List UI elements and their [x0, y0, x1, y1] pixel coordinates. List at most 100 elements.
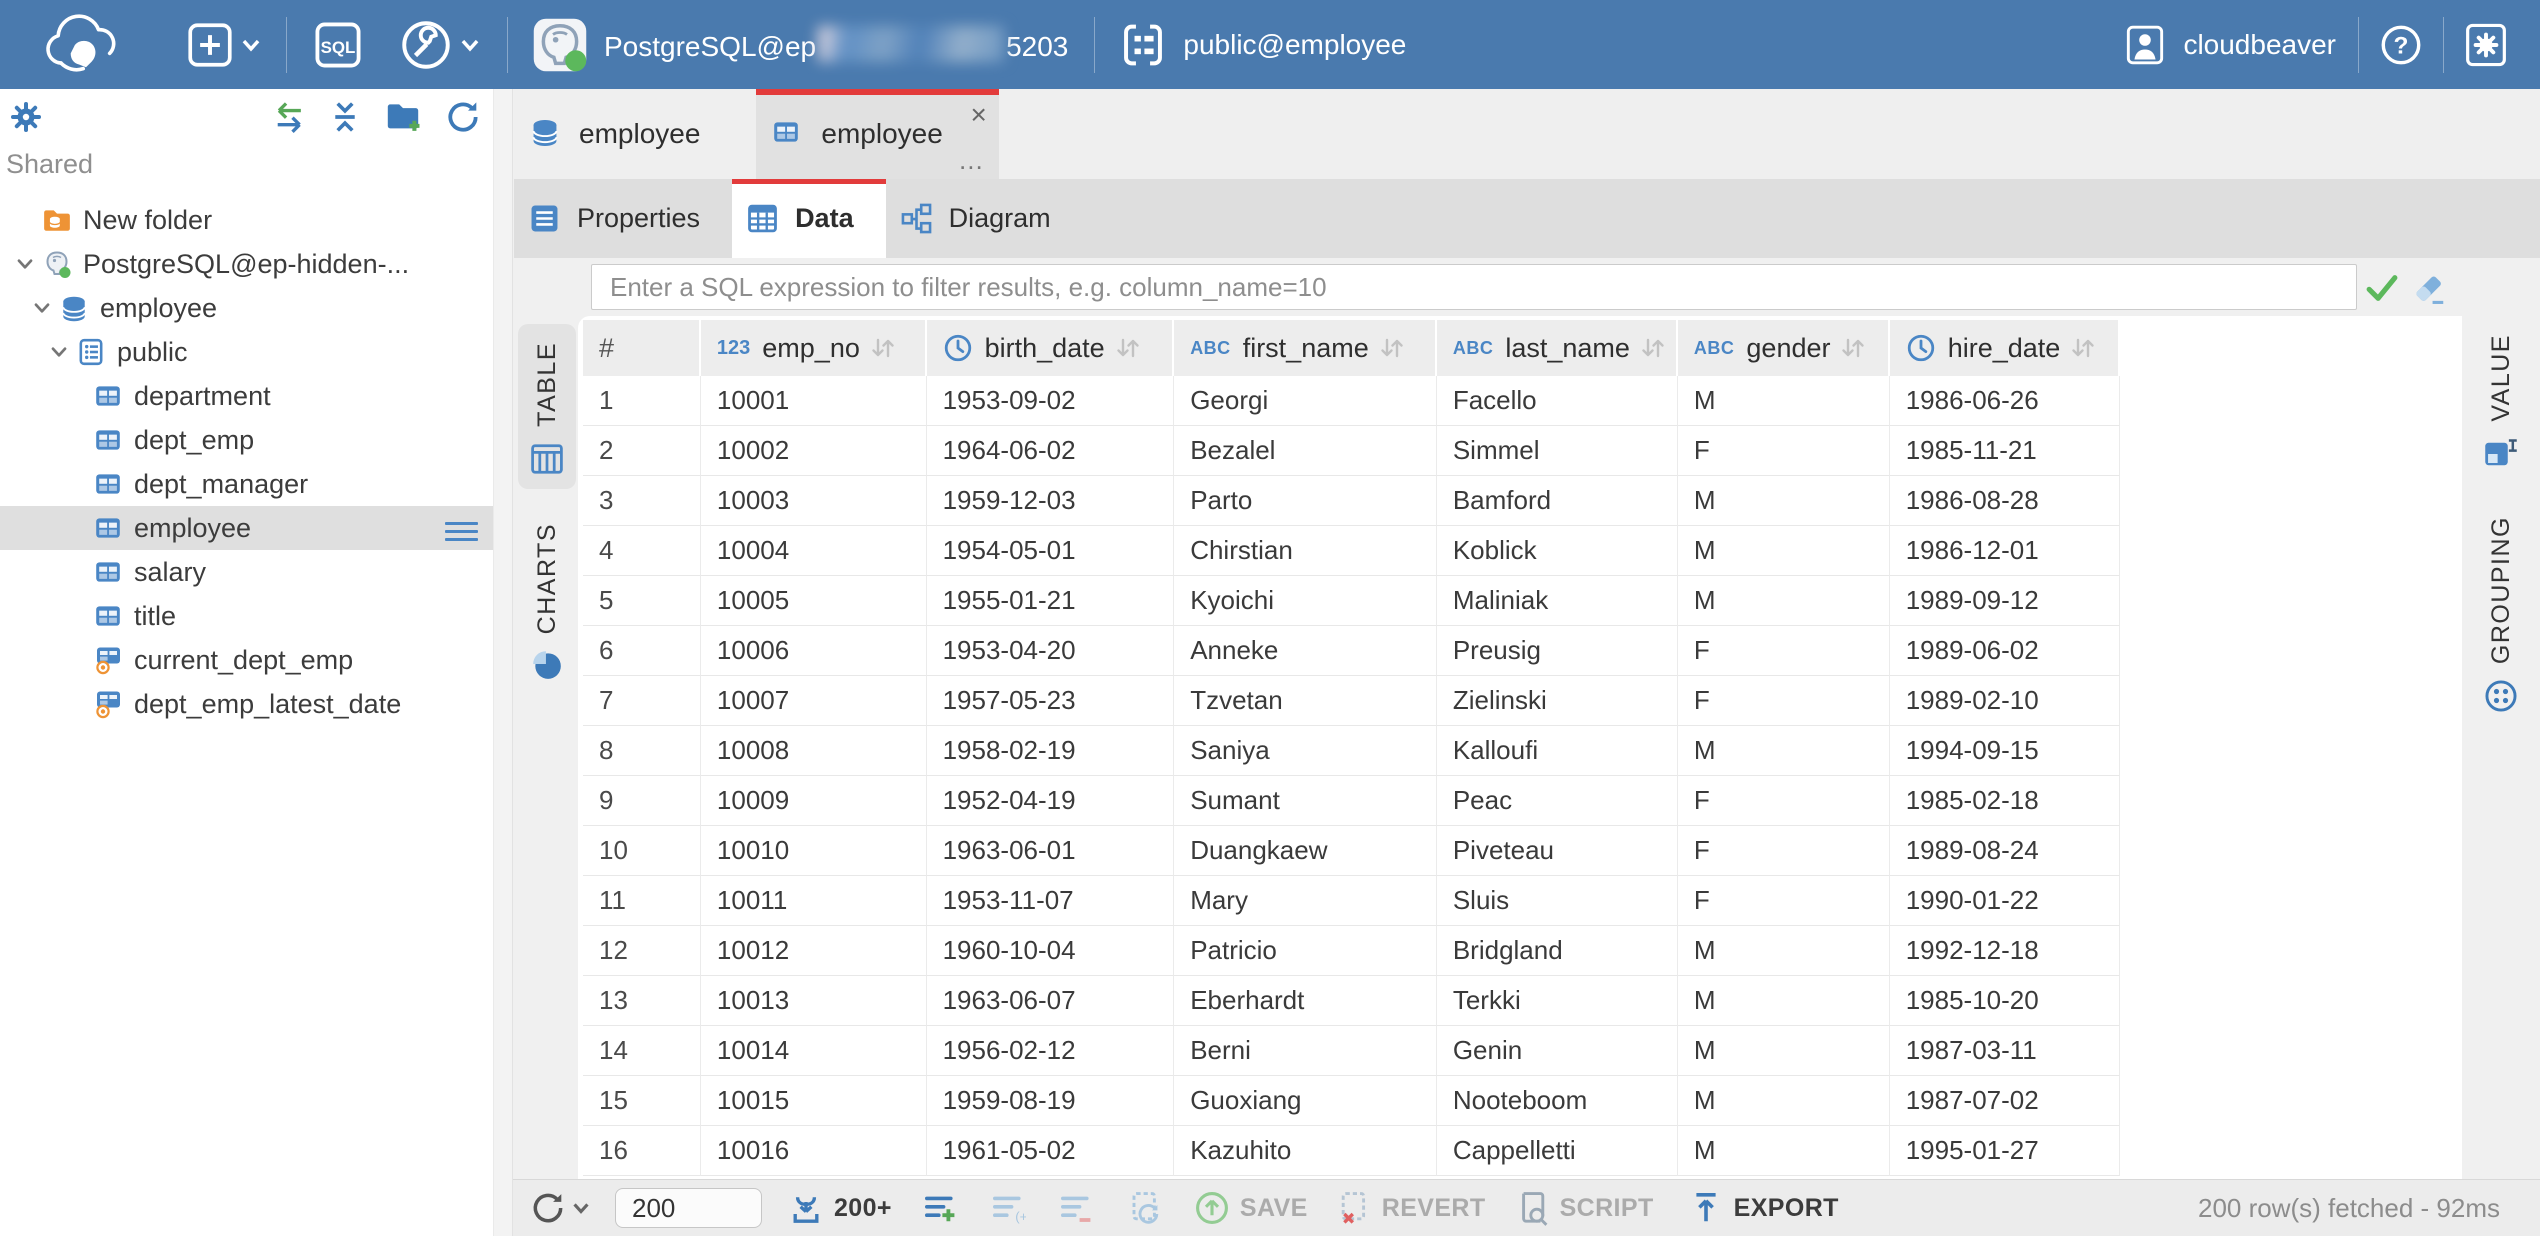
data-cell[interactable]: 1987-03-11 [1890, 1026, 2120, 1076]
data-cell[interactable]: 1957-05-23 [927, 676, 1175, 726]
data-cell[interactable]: 1952-04-19 [927, 776, 1175, 826]
sidebar-settings-gear-icon[interactable] [8, 99, 44, 135]
schema-selector[interactable]: public@employee [1119, 21, 1406, 69]
data-cell[interactable]: 1963-06-07 [927, 976, 1175, 1026]
data-cell[interactable]: 10001 [701, 376, 927, 426]
row-number-cell[interactable]: 14 [583, 1026, 701, 1076]
script-button[interactable]: SCRIPT [1514, 1190, 1654, 1226]
data-cell[interactable]: 10008 [701, 726, 927, 776]
sync-connections-icon[interactable] [270, 99, 306, 135]
data-cell[interactable]: Saniya [1174, 726, 1437, 776]
data-cell[interactable]: M [1678, 926, 1890, 976]
data-cell[interactable]: 1953-09-02 [927, 376, 1175, 426]
row-number-cell[interactable]: 6 [583, 626, 701, 676]
data-cell[interactable]: Georgi [1174, 376, 1437, 426]
data-cell[interactable]: Berni [1174, 1026, 1437, 1076]
data-cell[interactable]: 1989-08-24 [1890, 826, 2120, 876]
tree-item-department[interactable]: department [0, 374, 493, 418]
delete-row-button[interactable] [1058, 1190, 1094, 1226]
data-cell[interactable]: Cappelletti [1437, 1126, 1678, 1176]
data-cell[interactable]: 1963-06-01 [927, 826, 1175, 876]
sort-icon[interactable] [2070, 335, 2096, 361]
sort-icon[interactable] [1840, 335, 1866, 361]
new-object-button[interactable] [186, 21, 262, 69]
chevron-expanded-icon[interactable] [42, 341, 76, 363]
refresh-results-button[interactable] [529, 1189, 591, 1227]
data-cell[interactable]: 1961-05-02 [927, 1126, 1175, 1176]
data-cell[interactable]: Bezalel [1174, 426, 1437, 476]
tab-more-indicator[interactable]: … [958, 147, 985, 173]
data-cell[interactable]: 10014 [701, 1026, 927, 1076]
data-cell[interactable]: Guoxiang [1174, 1076, 1437, 1126]
data-cell[interactable]: 10009 [701, 776, 927, 826]
data-cell[interactable]: 1986-08-28 [1890, 476, 2120, 526]
driver-manager-button[interactable] [399, 18, 481, 72]
sql-editor-button[interactable]: SQL [313, 20, 363, 70]
data-cell[interactable]: 10012 [701, 926, 927, 976]
data-cell[interactable]: Tzvetan [1174, 676, 1437, 726]
data-cell[interactable]: 10002 [701, 426, 927, 476]
sort-icon[interactable] [1115, 335, 1141, 361]
cloudbeaver-logo-icon[interactable] [30, 13, 142, 77]
data-cell[interactable]: 1956-02-12 [927, 1026, 1175, 1076]
data-cell[interactable]: F [1678, 876, 1890, 926]
data-cell[interactable]: 1992-12-18 [1890, 926, 2120, 976]
data-cell[interactable]: Bamford [1437, 476, 1678, 526]
data-cell[interactable]: Nooteboom [1437, 1076, 1678, 1126]
data-cell[interactable]: Chirstian [1174, 526, 1437, 576]
presentation-tab-charts[interactable]: CHARTS [530, 509, 564, 696]
row-number-cell[interactable]: 9 [583, 776, 701, 826]
sql-filter-input[interactable] [591, 264, 2357, 310]
data-cell[interactable]: 10003 [701, 476, 927, 526]
column-header-gender[interactable]: ABCgender [1678, 320, 1890, 376]
tab-data[interactable]: Data [732, 179, 886, 258]
save-button[interactable]: SAVE [1194, 1190, 1308, 1226]
data-cell[interactable]: 1954-05-01 [927, 526, 1175, 576]
data-cell[interactable]: Kalloufi [1437, 726, 1678, 776]
data-cell[interactable]: Peac [1437, 776, 1678, 826]
data-cell[interactable]: 10015 [701, 1076, 927, 1126]
data-cell[interactable]: 1986-12-01 [1890, 526, 2120, 576]
column-header-hire_date[interactable]: hire_date [1890, 320, 2120, 376]
data-cell[interactable]: Piveteau [1437, 826, 1678, 876]
data-cell[interactable]: 1987-07-02 [1890, 1076, 2120, 1126]
data-cell[interactable]: Preusig [1437, 626, 1678, 676]
duplicate-row-button[interactable]: (+) [990, 1190, 1026, 1226]
sort-icon[interactable] [1640, 335, 1666, 361]
apply-filter-icon[interactable] [2364, 270, 2400, 311]
tree-item-employee[interactable]: employee [0, 286, 493, 330]
data-cell[interactable]: 10016 [701, 1126, 927, 1176]
row-number-cell[interactable]: 15 [583, 1076, 701, 1126]
data-cell[interactable]: M [1678, 1026, 1890, 1076]
add-row-button[interactable] [922, 1190, 958, 1226]
revert-button[interactable]: REVERT [1336, 1190, 1486, 1226]
column-header-birth_date[interactable]: birth_date [927, 320, 1175, 376]
refresh-document-button[interactable] [1128, 1190, 1164, 1226]
sidebar-scrollbar[interactable] [493, 89, 512, 1236]
data-cell[interactable]: Koblick [1437, 526, 1678, 576]
data-cell[interactable]: 1959-08-19 [927, 1076, 1175, 1126]
data-cell[interactable]: F [1678, 676, 1890, 726]
data-cell[interactable]: F [1678, 826, 1890, 876]
data-cell[interactable]: 1989-09-12 [1890, 576, 2120, 626]
row-number-cell[interactable]: 16 [583, 1126, 701, 1176]
data-cell[interactable]: Kazuhito [1174, 1126, 1437, 1176]
data-cell[interactable]: 1953-04-20 [927, 626, 1175, 676]
data-cell[interactable]: 10013 [701, 976, 927, 1026]
data-cell[interactable]: 1986-06-26 [1890, 376, 2120, 426]
fetch-more-button[interactable]: 200+ [788, 1190, 892, 1226]
data-cell[interactable]: M [1678, 726, 1890, 776]
chevron-expanded-icon[interactable] [8, 253, 42, 275]
data-cell[interactable]: 1994-09-15 [1890, 726, 2120, 776]
data-cell[interactable]: Facello [1437, 376, 1678, 426]
data-cell[interactable]: 1985-02-18 [1890, 776, 2120, 826]
tree-item-dept-emp[interactable]: dept_emp [0, 418, 493, 462]
data-cell[interactable]: 1955-01-21 [927, 576, 1175, 626]
row-number-cell[interactable]: 10 [583, 826, 701, 876]
tree-item-dept-emp-latest-date[interactable]: dept_emp_latest_date [0, 682, 493, 726]
data-cell[interactable]: 10004 [701, 526, 927, 576]
data-cell[interactable]: Bridgland [1437, 926, 1678, 976]
data-cell[interactable]: F [1678, 426, 1890, 476]
row-number-cell[interactable]: 12 [583, 926, 701, 976]
data-cell[interactable]: 1960-10-04 [927, 926, 1175, 976]
